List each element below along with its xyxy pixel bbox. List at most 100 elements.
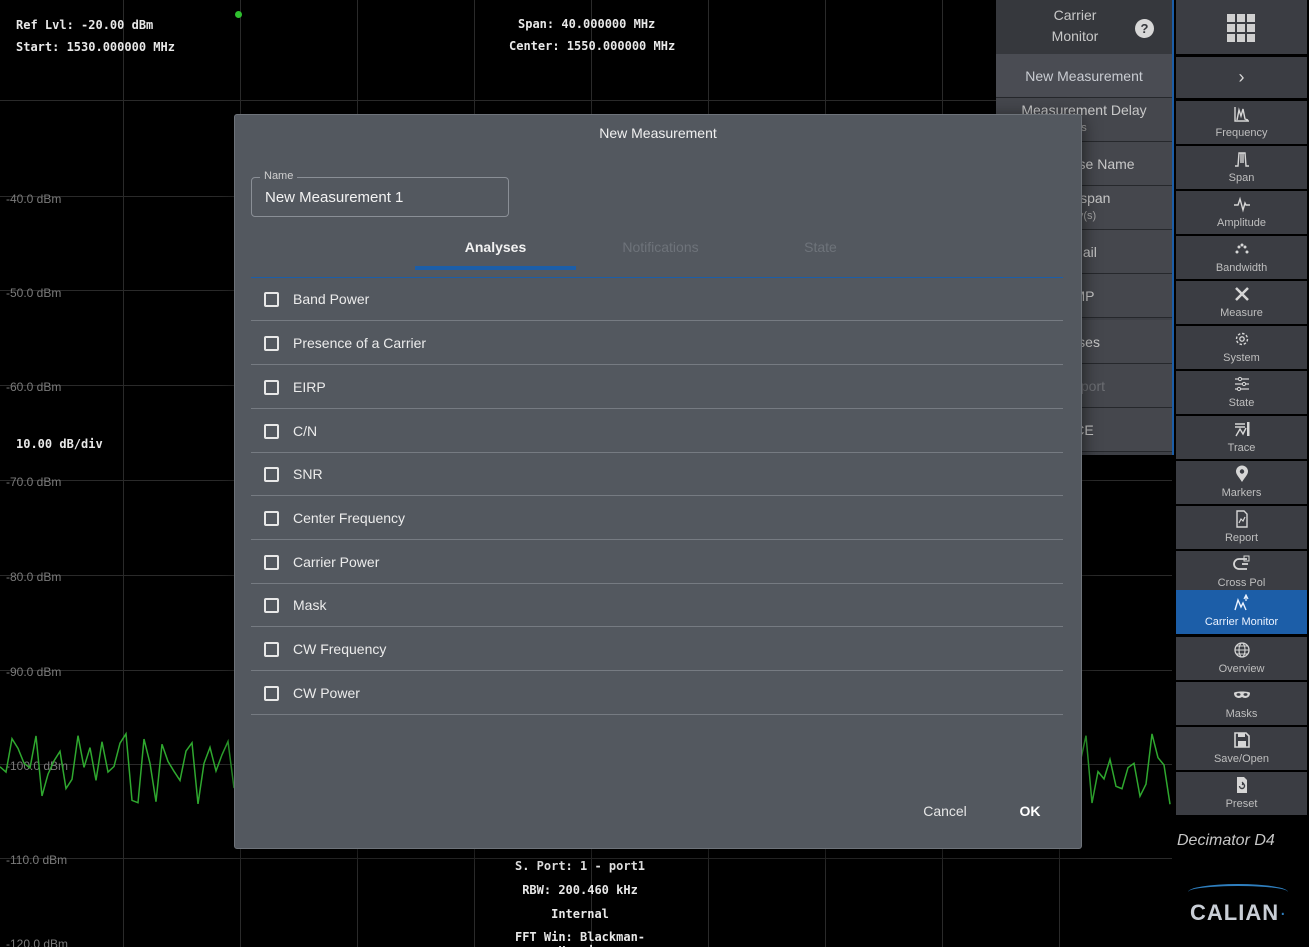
new-measurement-item[interactable]: New Measurement xyxy=(996,54,1172,98)
toolbar-amplitude[interactable]: Amplitude xyxy=(1176,191,1307,234)
y-axis-label: -40.0 dBm xyxy=(6,192,62,206)
toolbar-span[interactable]: Span xyxy=(1176,146,1307,189)
globe-icon xyxy=(1176,637,1307,663)
checkbox[interactable] xyxy=(264,686,279,701)
analysis-option[interactable]: C/N xyxy=(251,410,1063,453)
calian-logo: CALIAN xyxy=(1190,900,1280,925)
measure-icon xyxy=(1176,281,1307,307)
expand-button[interactable]: › xyxy=(1176,57,1307,98)
carrier-monitor-icon xyxy=(1176,590,1307,616)
analysis-option[interactable]: Band Power xyxy=(251,278,1063,321)
toolbar-state[interactable]: State xyxy=(1176,371,1307,414)
toolbar-label: Carrier Monitor xyxy=(1204,616,1279,628)
name-field[interactable]: Name New Measurement 1 xyxy=(251,170,509,217)
toolbar-save-open[interactable]: Save/Open xyxy=(1176,727,1307,770)
toolbar-label: Save/Open xyxy=(1213,753,1270,765)
checkbox[interactable] xyxy=(264,467,279,482)
source-port-readout: S. Port: 1 - port1 xyxy=(514,859,646,873)
tab-analyses[interactable]: Analyses xyxy=(415,239,576,255)
checkbox[interactable] xyxy=(264,292,279,307)
scale-readout: 10.00 dB/div xyxy=(16,437,103,451)
analysis-label: C/N xyxy=(293,423,318,439)
toolbar-label: State xyxy=(1228,397,1255,409)
analysis-option[interactable]: Carrier Power xyxy=(251,541,1063,584)
fft-window-readout: FFT Win: Blackman-Harris xyxy=(514,930,646,947)
span-readout: Span: 40.000000 MHz xyxy=(518,17,656,31)
right-toolbar: › Frequency Span Amplitude Bandwidth Mea… xyxy=(1174,0,1309,947)
analysis-label: CW Power xyxy=(293,685,360,701)
toolbar-frequency[interactable]: Frequency xyxy=(1176,101,1307,144)
toolbar-masks[interactable]: Masks xyxy=(1176,682,1307,725)
chevron-right-icon: › xyxy=(1238,67,1245,87)
logo-dot: . xyxy=(1280,898,1286,920)
toolbar-label: Markers xyxy=(1221,487,1262,499)
sliders-icon xyxy=(1176,371,1307,397)
analysis-option[interactable]: EIRP xyxy=(251,366,1063,409)
toolbar-label: Report xyxy=(1224,532,1259,544)
analysis-option[interactable]: Presence of a Carrier xyxy=(251,322,1063,365)
toolbar-measure[interactable]: Measure xyxy=(1176,281,1307,324)
amplitude-icon xyxy=(1176,191,1307,217)
name-field-value: New Measurement 1 xyxy=(265,189,404,206)
y-axis-label: -70.0 dBm xyxy=(6,475,62,489)
toolbar-label: Bandwidth xyxy=(1215,262,1268,274)
toolbar-markers[interactable]: Markers xyxy=(1176,461,1307,504)
y-axis-label: -90.0 dBm xyxy=(6,665,62,679)
toolbar-bandwidth[interactable]: Bandwidth xyxy=(1176,236,1307,279)
checkbox[interactable] xyxy=(264,642,279,657)
analysis-label: SNR xyxy=(293,466,323,482)
tab-state[interactable]: State xyxy=(740,239,901,255)
toolbar-trace[interactable]: Trace xyxy=(1176,416,1307,459)
checkbox[interactable] xyxy=(264,424,279,439)
toolbar-cross-pol[interactable]: Cross Pol xyxy=(1176,551,1307,594)
toolbar-carrier-monitor[interactable]: Carrier Monitor xyxy=(1176,590,1307,634)
toolbar-label: Amplitude xyxy=(1217,217,1266,229)
toolbar-label: Overview xyxy=(1218,663,1265,675)
toolbar-label: Trace xyxy=(1227,442,1256,454)
tab-active-indicator xyxy=(415,266,576,270)
toolbar-overview[interactable]: Overview xyxy=(1176,637,1307,680)
toolbar-system[interactable]: System xyxy=(1176,326,1307,369)
checkbox[interactable] xyxy=(264,380,279,395)
menu-item-sub: s xyxy=(1081,122,1087,134)
checkbox[interactable] xyxy=(264,598,279,613)
analysis-option[interactable]: Mask xyxy=(251,584,1063,627)
marker-dot[interactable] xyxy=(235,11,242,18)
menu-item-label: New Measurement xyxy=(1025,68,1143,84)
menu-title: Carrier Monitor xyxy=(1051,7,1099,44)
analysis-label: Carrier Power xyxy=(293,554,380,570)
toolbar-preset[interactable]: Preset xyxy=(1176,772,1307,815)
frequency-icon xyxy=(1176,101,1307,127)
mask-icon xyxy=(1176,682,1307,708)
checkbox[interactable] xyxy=(264,511,279,526)
apps-grid-button[interactable] xyxy=(1176,0,1307,54)
new-measurement-dialog: New Measurement Name New Measurement 1 A… xyxy=(234,114,1082,849)
bandwidth-icon xyxy=(1176,236,1307,262)
analysis-label: Presence of a Carrier xyxy=(293,335,427,351)
name-field-label: Name xyxy=(260,170,298,182)
save-icon xyxy=(1176,727,1307,753)
analysis-label: CW Frequency xyxy=(293,641,387,657)
preset-icon xyxy=(1176,772,1307,798)
help-icon[interactable]: ? xyxy=(1135,19,1154,38)
analysis-option[interactable]: Center Frequency xyxy=(251,497,1063,540)
y-axis-label: -120.0 dBm xyxy=(6,937,69,947)
report-icon xyxy=(1176,506,1307,532)
analysis-option[interactable]: CW Frequency xyxy=(251,628,1063,671)
toolbar-label: Frequency xyxy=(1215,127,1268,139)
toolbar-report[interactable]: Report xyxy=(1176,506,1307,549)
trace-icon xyxy=(1176,416,1307,442)
cancel-button[interactable]: Cancel xyxy=(915,803,975,819)
cross-pol-icon xyxy=(1176,551,1307,577)
tab-notifications[interactable]: Notifications xyxy=(580,239,741,255)
checkbox[interactable] xyxy=(264,336,279,351)
toolbar-label: Preset xyxy=(1225,798,1258,810)
checkbox[interactable] xyxy=(264,555,279,570)
analysis-label: Mask xyxy=(293,597,327,613)
reference-readout: Internal xyxy=(551,907,609,921)
ok-button[interactable]: OK xyxy=(1010,803,1050,819)
analysis-option[interactable]: SNR xyxy=(251,453,1063,496)
analysis-option[interactable]: CW Power xyxy=(251,672,1063,715)
y-axis-label: -50.0 dBm xyxy=(6,286,62,300)
start-frequency-readout: Start: 1530.000000 MHz xyxy=(16,40,175,54)
